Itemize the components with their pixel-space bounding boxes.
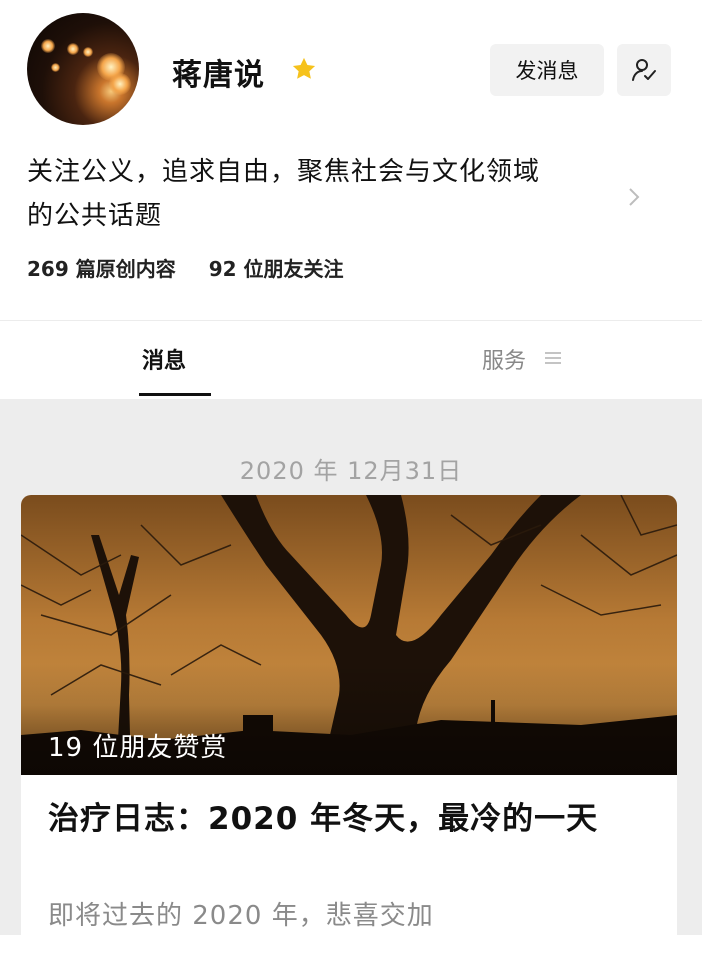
- profile-header: 蒋唐说 发消息 关注公义，追求自由，聚焦社会与文化领域 的公共话题 269 篇原…: [0, 0, 702, 320]
- follower-count: 92 位朋友关注: [208, 257, 344, 281]
- avatar[interactable]: [27, 13, 139, 125]
- user-check-icon: [632, 59, 656, 81]
- star-icon: [292, 57, 316, 79]
- active-tab-indicator: [139, 393, 211, 396]
- article-title[interactable]: 治疗日志：2020 年冬天，最冷的一天: [48, 797, 648, 841]
- description-line: 的公共话题: [27, 201, 163, 231]
- article-card[interactable]: 19 位朋友赞赏 治疗日志：2020 年冬天，最冷的一天 即将过去的 2020 …: [21, 495, 677, 955]
- article-count: 269 篇原创内容: [27, 257, 176, 281]
- account-stats: 269 篇原创内容 92 位朋友关注: [27, 253, 369, 282]
- message-feed: 2020 年 12月31日 19 位朋友赞赏 治疗日志：2020 年冬天，最冷的…: [0, 399, 702, 955]
- account-description[interactable]: 关注公义，追求自由，聚焦社会与文化领域 的公共话题: [27, 150, 627, 238]
- follow-button[interactable]: [617, 44, 671, 96]
- menu-icon: [545, 352, 561, 364]
- article-summary: 即将过去的 2020 年，悲喜交加: [48, 901, 434, 931]
- description-line: 关注公义，追求自由，聚焦社会与文化领域: [27, 157, 541, 187]
- send-message-button[interactable]: 发消息: [490, 44, 604, 96]
- account-name: 蒋唐说: [172, 58, 265, 93]
- tab-bar: 消息 服务: [0, 321, 702, 399]
- chevron-right-icon[interactable]: [626, 185, 642, 209]
- tab-messages[interactable]: 消息: [142, 343, 186, 375]
- feed-date: 2020 年 12月31日: [239, 457, 463, 485]
- appreciation-count: 19 位朋友赞赏: [48, 733, 228, 763]
- tab-services[interactable]: 服务: [482, 343, 526, 375]
